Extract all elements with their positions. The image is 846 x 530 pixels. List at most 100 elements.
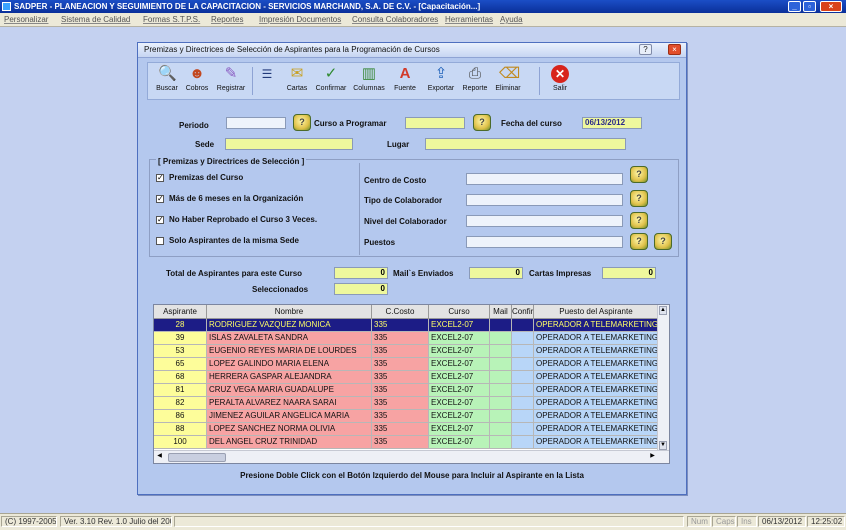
scroll-right-arrow-icon[interactable]: ▶ [648,452,657,461]
horizontal-scrollbar[interactable]: ◀ ▶ [154,450,669,463]
menu-herramientas[interactable]: Herramientas [445,15,493,24]
mails-enviados-label: Mail`s Enviados [393,269,454,278]
table-row[interactable]: 68 HERRERA GASPAR ALEJANDRA 335 EXCEL2-07 OP… [154,371,659,384]
puestos-lookup-button-2[interactable]: ? [654,233,672,250]
premisas-curso-checkbox[interactable]: ✓ [156,174,164,182]
table-row[interactable]: 81 CRUZ VEGA MARIA GUADALUPE 335 EXCEL2-07 O… [154,384,659,397]
no-reprobado-label: No Haber Reprobado el Curso 3 Veces. [169,215,318,224]
table-row[interactable]: 100 DEL ANGEL CRUZ TRINIDAD 335 EXCEL2-07 OP… [154,436,659,449]
lista-button[interactable]: ☰ [258,65,276,98]
periodo-lookup-button[interactable]: ? [293,114,311,131]
toolbar: 🔍 Buscar ☻ Cobros ✎ Registrar ☰ ✉ Cartas… [147,62,680,100]
tipo-colaborador-input[interactable] [466,194,623,206]
status-caps: Caps [712,516,736,527]
exportar-button[interactable]: ⇪ Exportar [424,65,458,98]
cell-curso: EXCEL2-07 [429,410,490,423]
curso-lookup-button[interactable]: ? [473,114,491,131]
nivel-colaborador-lookup-button[interactable]: ? [630,212,648,229]
cell-puesto: OPERADOR A TELEMARKETING [534,319,659,332]
export-icon: ⇪ [434,65,448,82]
buscar-label: Buscar [156,85,178,92]
curso-input[interactable] [405,117,465,129]
cell-puesto: OPERADOR A TELEMARKETING [534,410,659,423]
table-row[interactable]: 28 RODRIGUEZ VAZQUEZ MONICA 335 EXCEL2-07 OP… [154,319,659,332]
confirmar-button[interactable]: ✓ Confirmar [314,65,348,98]
scroll-left-arrow-icon[interactable]: ◀ [155,452,164,461]
cell-ccosto: 335 [372,423,429,436]
columnas-button[interactable]: ▥ Columnas [352,65,386,98]
scroll-down-arrow-icon[interactable]: ▼ [659,441,667,450]
minimize-button[interactable]: _ [788,1,801,12]
letter-icon: ✉ [290,65,304,82]
dialog-close-button[interactable]: × [668,44,681,55]
no-reprobado-checkbox[interactable]: ✓ [156,216,164,224]
horizontal-scroll-thumb[interactable] [168,453,226,462]
cobros-button[interactable]: ☻ Cobros [184,65,210,98]
fecha-input[interactable]: 06/13/2012 [582,117,642,129]
fuente-button[interactable]: A Fuente [390,65,420,98]
salir-button[interactable]: ✕ Salir [547,65,573,98]
col-puesto[interactable]: Puesto del Aspirante [534,305,659,319]
menu-ayuda[interactable]: Ayuda [500,15,523,24]
table-row[interactable]: 82 PERALTA ALVAREZ NAARA SARAI 335 EXCEL2-0… [154,397,659,410]
help-button[interactable]: ? [639,44,652,55]
puestos-lookup-button[interactable]: ? [630,233,648,250]
columnas-label: Columnas [353,85,385,92]
aspirantes-grid[interactable]: Aspirante Nombre C.Costo Curso Mail Conf… [153,304,670,464]
puestos-input[interactable] [466,236,623,248]
menu-reportes[interactable]: Reportes [211,15,243,24]
menu-sistema-calidad[interactable]: Sistema de Calidad [61,15,130,24]
seleccionados-value: 0 [334,283,388,295]
centro-costo-lookup-button[interactable]: ? [630,166,648,183]
columns-icon: ▥ [361,65,377,82]
mails-enviados-value: 0 [469,267,523,279]
misma-sede-checkbox[interactable] [156,237,164,245]
col-aspirante[interactable]: Aspirante [154,305,207,319]
cell-curso: EXCEL2-07 [429,332,490,345]
cell-puesto: OPERADOR A TELEMARKETING [534,423,659,436]
table-row[interactable]: 86 JIMENEZ AGUILAR ANGELICA MARIA 335 EXCEL… [154,410,659,423]
col-mail[interactable]: Mail [490,305,512,319]
cell-ccosto: 335 [372,397,429,410]
table-row[interactable]: 53 EUGENIO REYES MARIA DE LOURDES 335 EXCEL… [154,345,659,358]
table-row[interactable]: 88 LOPEZ SANCHEZ NORMA OLIVIA 335 EXCEL2-07… [154,423,659,436]
lugar-input[interactable] [425,138,626,150]
table-row[interactable]: 65 LOPEZ GALINDO MARIA ELENA 335 EXCEL2-07 O… [154,358,659,371]
centro-costo-input[interactable] [466,173,623,185]
seleccion-aspirantes-dialog: Premizas y Directrices de Selección de A… [137,42,687,495]
sede-input[interactable] [225,138,353,150]
cartas-button[interactable]: ✉ Cartas [284,65,310,98]
col-confirm[interactable]: Confirm [512,305,534,319]
seis-meses-checkbox[interactable]: ✓ [156,195,164,203]
cell-puesto: OPERADOR A TELEMARKETING [534,371,659,384]
scroll-up-arrow-icon[interactable]: ▲ [659,306,667,315]
col-curso[interactable]: Curso [429,305,490,319]
tipo-colaborador-label: Tipo de Colaborador [364,196,443,205]
menu-personalizar[interactable]: Personalizar [4,15,48,24]
reporte-button[interactable]: ⎙ Reporte [460,65,490,98]
menu-impresion-documentos[interactable]: Impresión Documentos [259,15,341,24]
restore-button[interactable]: ▫ [803,1,816,12]
tipo-colaborador-lookup-button[interactable]: ? [630,190,648,207]
dialog-title: Premizas y Directrices de Selección de A… [144,45,440,54]
eliminar-button[interactable]: ⌫ Eliminar [493,65,523,98]
vertical-scrollbar[interactable]: ▲ ▼ [657,305,669,451]
seleccionados-label: Seleccionados [252,285,309,294]
registrar-button[interactable]: ✎ Registrar [214,65,248,98]
help-icon: ? [636,169,642,179]
cell-confirm [512,319,534,332]
col-ccosto[interactable]: C.Costo [372,305,429,319]
cell-confirm [512,345,534,358]
nivel-colaborador-input[interactable] [466,215,623,227]
cartas-impresas-value: 0 [602,267,656,279]
cell-curso: EXCEL2-07 [429,345,490,358]
close-button[interactable]: × [820,1,842,12]
table-row[interactable]: 39 ISLAS ZAVALETA SANDRA 335 EXCEL2-07 OPERA… [154,332,659,345]
buscar-button[interactable]: 🔍 Buscar [154,65,180,98]
menu-consulta-colaboradores[interactable]: Consulta Colaboradores [352,15,438,24]
confirm-people-icon: ✓ [324,65,338,82]
periodo-input[interactable] [226,117,286,129]
menu-formas-stps[interactable]: Formas S.T.P.S. [143,15,200,24]
cell-confirm [512,384,534,397]
col-nombre[interactable]: Nombre [207,305,372,319]
